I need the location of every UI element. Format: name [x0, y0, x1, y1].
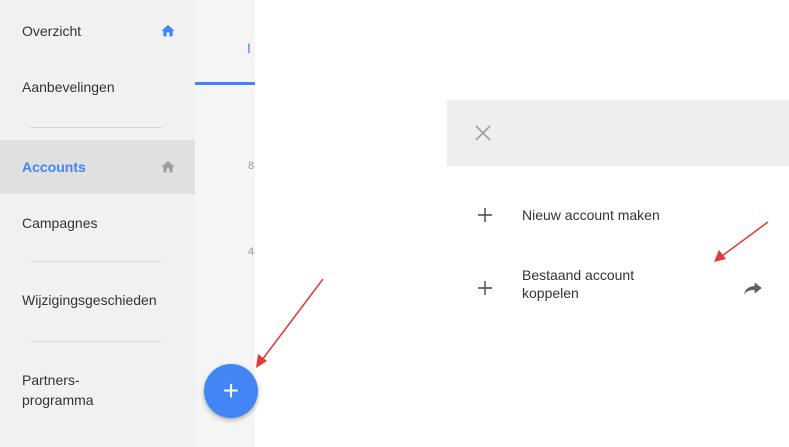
sidebar-item-aanbevelingen[interactable]: Aanbevelingen	[0, 68, 195, 106]
menu-item-label: Bestaand account	[522, 267, 635, 283]
menu-item-label: Nieuw account maken	[522, 207, 660, 223]
sidebar-item-label: Wijzigingsgeschieden	[22, 292, 157, 308]
sidebar-item-wijzigingsgeschiedenis[interactable]: Wijzigingsgeschieden	[0, 281, 195, 319]
panel-header	[447, 100, 789, 166]
sidebar-item-campagnes[interactable]: Campagnes	[0, 204, 195, 242]
share-arrow-icon	[744, 282, 762, 295]
sidebar-item-overzicht[interactable]: Overzicht	[0, 12, 195, 50]
sidebar-item-label: Partners-	[22, 372, 80, 388]
tab-label-fragment[interactable]: I	[247, 40, 251, 56]
home-icon	[161, 25, 175, 37]
sidebar-divider	[30, 127, 162, 128]
close-icon[interactable]	[471, 121, 495, 145]
sidebar-item-accounts[interactable]: Accounts	[0, 140, 195, 194]
sidebar-item-label: programma	[22, 392, 94, 408]
plus-icon	[478, 281, 492, 295]
menu-item-label: koppelen	[522, 285, 579, 301]
plus-icon	[478, 208, 492, 222]
sidebar-item-label: Overzicht	[22, 23, 82, 39]
sidebar-divider	[30, 261, 162, 262]
value-fragment: 8	[248, 160, 255, 172]
link-existing-account-item[interactable]: Bestaand account koppelen	[447, 260, 789, 316]
sidebar-item-partnersprogramma[interactable]: Partners- programma	[0, 364, 195, 416]
tab-indicator	[195, 82, 255, 85]
home-icon	[161, 161, 175, 173]
sidebar-item-label: Accounts	[22, 159, 86, 175]
sidebar-item-label: Aanbevelingen	[22, 79, 115, 95]
annotation-arrow	[256, 278, 324, 368]
sidebar: Overzicht Aanbevelingen Accounts Campagn…	[0, 0, 195, 447]
plus-icon: +	[222, 375, 240, 406]
new-account-item[interactable]: Nieuw account maken	[447, 195, 789, 235]
sidebar-divider	[30, 341, 162, 342]
sidebar-item-label: Campagnes	[22, 215, 98, 231]
value-fragment: 4	[248, 246, 255, 258]
add-fab-button[interactable]: +	[204, 364, 258, 418]
